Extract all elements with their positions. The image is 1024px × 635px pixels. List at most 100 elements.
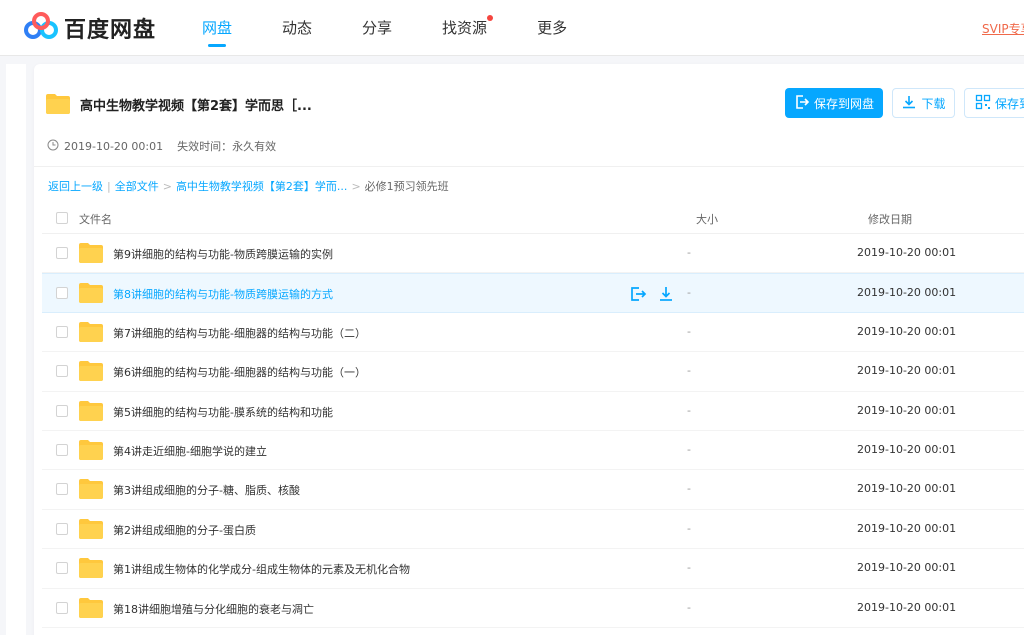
share-expiry: 失效时间：永久有效	[177, 140, 277, 153]
row-actions	[629, 285, 685, 303]
baidu-netdisk-logo-icon	[24, 12, 58, 44]
nav-label: 找资源	[442, 19, 488, 37]
folder-icon	[79, 400, 103, 421]
nav-label: 动态	[282, 19, 313, 37]
file-size: -	[687, 403, 691, 417]
nav-item-more[interactable]: 更多	[537, 0, 567, 56]
file-name-link[interactable]: 第18讲细胞增殖与分化细胞的衰老与凋亡	[113, 601, 314, 617]
table-row[interactable]: 第4讲走近细胞-细胞学说的建立 - 2019-10-20 00:01	[42, 431, 1024, 471]
svip-link[interactable]: SVIP专享	[982, 20, 1024, 37]
file-name-link[interactable]: 第4讲走近细胞-细胞学说的建立	[113, 443, 267, 459]
nav-item-find-resources[interactable]: 找资源	[442, 0, 494, 56]
select-all-checkbox[interactable]	[56, 212, 68, 224]
download-button[interactable]: 下载	[892, 88, 955, 118]
breadcrumb-all-files-link[interactable]: 全部文件	[115, 178, 159, 194]
modified-date: 2019-10-20 00:01	[857, 442, 957, 456]
nav-item-activity[interactable]: 动态	[282, 0, 312, 56]
divider	[34, 166, 1024, 167]
folder-icon	[79, 597, 103, 618]
nav-item-netdisk[interactable]: 网盘	[202, 0, 232, 56]
table-row[interactable]: 第7讲细胞的结构与功能-细胞器的结构与功能（二） - 2019-10-20 00:0…	[42, 313, 1024, 353]
file-size: -	[687, 324, 691, 338]
clock-icon	[47, 139, 64, 154]
table-row[interactable]: 第9讲细胞的结构与功能-物质跨膜运输的实例 - 2019-10-20 00:01	[42, 234, 1024, 274]
breadcrumb-parent-link[interactable]: 高中生物教学视频【第2套】学而...	[176, 178, 348, 194]
nav-item-share[interactable]: 分享	[362, 0, 392, 56]
folder-icon	[79, 479, 103, 500]
qr-code-icon	[975, 94, 995, 113]
modified-date: 2019-10-20 00:01	[857, 324, 957, 338]
save-to-cloud-icon[interactable]	[629, 285, 647, 303]
file-name-link[interactable]: 第9讲细胞的结构与功能-物质跨膜运输的实例	[113, 246, 333, 262]
column-header-date[interactable]: 修改日期	[868, 211, 912, 227]
file-table-header: 文件名 大小 修改日期	[42, 204, 1024, 234]
table-row[interactable]: 第6讲细胞的结构与功能-细胞器的结构与功能（一） - 2019-10-20 00:0…	[42, 352, 1024, 392]
file-name-link[interactable]: 第6讲细胞的结构与功能-细胞器的结构与功能（一）	[113, 364, 366, 380]
file-size: -	[687, 521, 691, 535]
breadcrumb: 返回上一级 | 全部文件 > 高中生物教学视频【第2套】学而... > 必修1预…	[48, 178, 449, 194]
folder-icon	[79, 439, 103, 460]
modified-date: 2019-10-20 00:01	[857, 561, 957, 575]
column-header-name[interactable]: 文件名	[79, 211, 112, 227]
row-checkbox[interactable]	[56, 522, 68, 535]
file-size: -	[687, 286, 691, 300]
file-size: -	[687, 246, 691, 259]
table-row[interactable]: 第5讲细胞的结构与功能-膜系统的结构和功能 - 2019-10-20 00:01	[42, 392, 1024, 431]
row-checkbox[interactable]	[56, 443, 68, 456]
modified-date: 2019-10-20 00:01	[857, 600, 957, 614]
file-size: -	[687, 561, 691, 575]
modified-date: 2019-10-20 00:01	[857, 521, 957, 535]
logo[interactable]: 百度网盘	[24, 12, 156, 44]
download-button-label: 下载	[921, 96, 946, 111]
row-checkbox[interactable]	[56, 287, 68, 300]
breadcrumb-current: 必修1预习领先班	[364, 180, 449, 193]
breadcrumb-separator: |	[107, 179, 111, 193]
download-icon[interactable]	[657, 285, 675, 303]
file-size: -	[687, 600, 691, 614]
share-created-time: 2019-10-20 00:01	[64, 139, 164, 153]
table-row[interactable]: 第8讲细胞的结构与功能-物质跨膜运输的方式 - 2019-10-20 00:01	[42, 273, 1024, 313]
share-title-row: 高中生物教学视频【第2套】学而思［...	[46, 94, 312, 114]
table-row[interactable]: 第18讲细胞增殖与分化细胞的衰老与凋亡 - 2019-10-20 00:01	[42, 589, 1024, 628]
table-row[interactable]: 第1讲组成生物体的化学成分-组成生物体的元素及无机化合物 - 2019-10-20 …	[42, 549, 1024, 589]
modified-date: 2019-10-20 00:01	[857, 364, 957, 378]
file-size: -	[687, 482, 691, 496]
save-to-device-label: 保存到	[995, 96, 1024, 111]
nav-label: 更多	[537, 19, 568, 37]
folder-icon	[79, 283, 103, 304]
modified-date: 2019-10-20 00:01	[857, 403, 957, 417]
folder-icon	[46, 94, 70, 114]
save-to-netdisk-button[interactable]: 保存到网盘	[785, 88, 883, 118]
file-name-link[interactable]: 第2讲组成细胞的分子-蛋白质	[113, 522, 256, 538]
modified-date: 2019-10-20 00:01	[857, 246, 957, 259]
file-name-link[interactable]: 第7讲细胞的结构与功能-细胞器的结构与功能（二）	[113, 325, 366, 341]
row-checkbox[interactable]	[56, 404, 68, 417]
row-checkbox[interactable]	[56, 601, 68, 614]
row-checkbox[interactable]	[56, 325, 68, 338]
breadcrumb-back-link[interactable]: 返回上一级	[48, 178, 103, 194]
row-checkbox[interactable]	[56, 562, 68, 575]
save-to-device-button[interactable]: 保存到	[964, 88, 1024, 118]
share-meta: 2019-10-20 00:01 失效时间：永久有效	[47, 138, 276, 154]
file-name-link[interactable]: 第1讲组成生物体的化学成分-组成生物体的元素及无机化合物	[113, 561, 410, 577]
file-list: 第9讲细胞的结构与功能-物质跨膜运输的实例 - 2019-10-20 00:01 第8…	[42, 234, 1024, 628]
file-name-link[interactable]: 第8讲细胞的结构与功能-物质跨膜运输的方式	[113, 286, 333, 302]
row-checkbox[interactable]	[56, 483, 68, 496]
file-name-link[interactable]: 第3讲组成细胞的分子-糖、脂质、核酸	[113, 482, 300, 498]
column-header-size[interactable]: 大小	[696, 211, 718, 227]
file-size: -	[687, 364, 691, 378]
folder-icon	[79, 558, 103, 579]
table-row[interactable]: 第3讲组成细胞的分子-糖、脂质、核酸 - 2019-10-20 00:01	[42, 470, 1024, 510]
folder-icon	[79, 321, 103, 342]
row-checkbox[interactable]	[56, 247, 68, 259]
folder-icon	[79, 361, 103, 382]
share-title: 高中生物教学视频【第2套】学而思［...	[80, 98, 312, 114]
notification-dot	[487, 15, 494, 21]
table-row[interactable]: 第2讲组成细胞的分子-蛋白质 - 2019-10-20 00:01	[42, 510, 1024, 550]
top-navigation-bar: 百度网盘 网盘 动态 分享 找资源 更多 SVIP专享	[0, 0, 1024, 56]
download-icon	[901, 94, 921, 113]
file-name-link[interactable]: 第5讲细胞的结构与功能-膜系统的结构和功能	[113, 404, 333, 420]
main-nav: 网盘 动态 分享 找资源 更多	[202, 0, 617, 56]
row-checkbox[interactable]	[56, 365, 68, 378]
nav-label: 网盘	[202, 19, 233, 37]
